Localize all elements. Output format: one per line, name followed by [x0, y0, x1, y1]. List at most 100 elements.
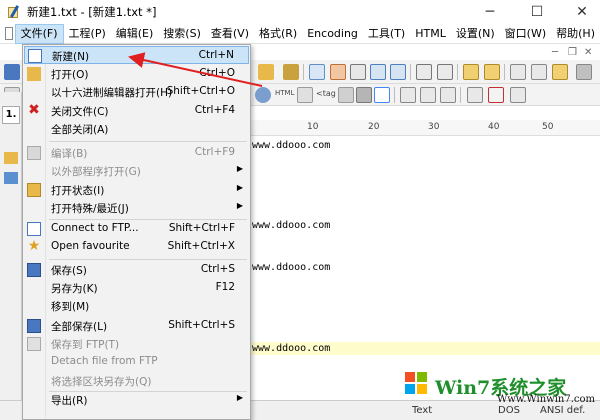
menu-item-connect-ftp[interactable]: Connect to FTP... Shift+Ctrl+F — [24, 220, 249, 238]
checkbox-icon[interactable] — [467, 87, 483, 103]
window-title: 新建1.txt - [新建1.txt *] — [27, 5, 157, 19]
editor-line[interactable]: www.ddooo.com — [250, 219, 600, 232]
computer-icon[interactable] — [4, 172, 18, 184]
menu-help[interactable]: 帮助(H) — [551, 24, 600, 44]
menu-file[interactable]: 文件(F) — [14, 23, 64, 44]
menu-window[interactable]: 窗口(W) — [500, 24, 551, 44]
html-icon[interactable] — [297, 87, 313, 103]
menu-item-new[interactable]: 新建(N) Ctrl+N — [24, 46, 249, 64]
menu-item-move-to[interactable]: 移到(M) — [24, 297, 249, 315]
star-icon: ★ — [27, 238, 41, 254]
menu-html[interactable]: HTML — [410, 24, 451, 44]
paste-icon[interactable] — [552, 64, 568, 80]
open-state-icon — [27, 183, 41, 197]
status-encoding[interactable]: ANSI def. — [540, 405, 585, 416]
copy-icon[interactable] — [531, 64, 547, 80]
ruler: 10 20 30 40 50 — [250, 120, 600, 136]
menu-search[interactable]: 搜索(S) — [158, 24, 206, 44]
menu-format[interactable]: 格式(R) — [254, 24, 302, 44]
menu-item-save-ftp[interactable]: 保存到 FTP(T) — [24, 335, 249, 353]
status-eol[interactable]: DOS — [498, 405, 520, 416]
save-ftp-icon — [27, 337, 41, 351]
document-icon — [5, 27, 13, 40]
text-editor[interactable]: www.ddooo.com www.ddooo.com www.ddooo.co… — [250, 137, 600, 399]
menu-item-open[interactable]: 打开(O) Ctrl+O — [24, 65, 249, 83]
folder-icon[interactable] — [4, 152, 18, 164]
menu-item-save-as[interactable]: 另存为(K) F12 — [24, 279, 249, 297]
google-icon[interactable] — [374, 87, 390, 103]
menu-item-open-special[interactable]: 打开特殊/最近(J) ▶ — [24, 199, 249, 217]
mdi-minimize-button[interactable]: ─ — [552, 47, 558, 58]
mdi-close-button[interactable]: ✕ — [584, 47, 592, 58]
menu-tools[interactable]: 工具(T) — [363, 24, 410, 44]
ruler-mark-20: 20 — [368, 122, 380, 132]
app-notepad-icon — [7, 5, 21, 19]
menu-item-export[interactable]: 导出(R) ▶ — [24, 391, 249, 409]
list-icon[interactable] — [420, 87, 436, 103]
glasses-icon[interactable] — [510, 87, 526, 103]
new-toolbar-icon[interactable] — [4, 64, 20, 80]
submenu-arrow-icon: ▶ — [236, 201, 243, 210]
bookmark-icon[interactable] — [283, 64, 299, 80]
menu-item-open-external[interactable]: 以外部程序打开(G) ▶ — [24, 162, 249, 180]
image-icon[interactable] — [338, 87, 354, 103]
file-panel-tab[interactable]: 1. — [2, 106, 20, 124]
stop-icon[interactable] — [488, 87, 504, 103]
run-icon[interactable] — [400, 87, 416, 103]
menu-project[interactable]: 工程(P) — [64, 24, 111, 44]
menu-encoding[interactable]: Encoding — [302, 24, 363, 44]
jump-icon[interactable] — [390, 64, 406, 80]
indent-icon[interactable] — [440, 87, 456, 103]
save-icon — [27, 263, 41, 277]
ruler-mark-30: 30 — [428, 122, 440, 132]
close-window-button[interactable]: ✕ — [562, 0, 600, 24]
menu-item-compile[interactable]: 编译(B) Ctrl+F9 — [24, 144, 249, 162]
open-folder-icon — [27, 67, 41, 81]
menu-item-save[interactable]: 保存(S) Ctrl+S — [24, 261, 249, 279]
maximize-button[interactable]: ☐ — [517, 0, 557, 24]
ruler-mark-40: 40 — [488, 122, 500, 132]
close-file-icon: ✖ — [28, 102, 40, 118]
menu-item-open-hex[interactable]: 以十六进制编辑器打开(H) Shift+Ctrl+O — [24, 83, 249, 101]
editor-line[interactable]: www.ddooo.com — [250, 139, 600, 152]
menu-item-close-all[interactable]: 全部关闭(A) — [24, 120, 249, 138]
color-wheel-icon[interactable] — [255, 87, 271, 103]
editor-line[interactable]: www.ddooo.com — [250, 261, 600, 274]
delete-icon[interactable] — [576, 64, 592, 80]
file-menu-dropdown: 新建(N) Ctrl+N 打开(O) Ctrl+O 以十六进制编辑器打开(H) … — [22, 44, 251, 420]
menu-item-close-file[interactable]: ✖ 关闭文件(C) Ctrl+F4 — [24, 102, 249, 120]
submenu-arrow-icon: ▶ — [236, 183, 243, 192]
cut-icon[interactable] — [510, 64, 526, 80]
submenu-arrow-icon: ▶ — [236, 393, 243, 402]
print-icon[interactable] — [437, 64, 453, 80]
menu-item-open-favourite[interactable]: ★ Open favourite Shift+Ctrl+X — [24, 238, 249, 256]
open-toolbar-icon[interactable] — [258, 64, 274, 80]
editor-line[interactable]: www.ddooo.com — [250, 342, 600, 355]
goto-icon[interactable] — [370, 64, 386, 80]
replace-icon[interactable] — [330, 64, 346, 80]
mdi-restore-button[interactable]: ❐ — [568, 47, 577, 58]
menu-settings[interactable]: 设置(N) — [451, 24, 500, 44]
find-in-files-icon[interactable] — [350, 64, 366, 80]
print-preview-icon[interactable] — [416, 64, 432, 80]
title-bar: 新建1.txt - [新建1.txt *] — [0, 0, 600, 24]
ftp-icon — [27, 222, 41, 236]
new-file-icon — [28, 49, 42, 63]
menu-item-detach-ftp[interactable]: Detach file from FTP — [24, 353, 249, 371]
watermark-url: Www.Winwin7.com — [497, 394, 595, 405]
funnel-icon[interactable] — [356, 87, 372, 103]
menu-edit[interactable]: 编辑(E) — [111, 24, 159, 44]
menu-item-open-state[interactable]: 打开状态(I) ▶ — [24, 181, 249, 199]
ruler-mark-50: 50 — [542, 122, 554, 132]
menu-item-save-all[interactable]: 全部保存(L) Shift+Ctrl+S — [24, 317, 249, 335]
html-label[interactable]: HTML — [275, 89, 294, 97]
find-icon[interactable] — [309, 64, 325, 80]
ruler-mark-10: 10 — [307, 122, 319, 132]
status-type: Text — [412, 405, 433, 416]
menu-item-save-selection[interactable]: 将选择区块另存为(Q) — [24, 372, 249, 390]
minimize-button[interactable]: ─ — [470, 0, 510, 24]
tag-icon[interactable] — [484, 64, 500, 80]
tag-label[interactable]: <tag — [316, 89, 336, 98]
menu-view[interactable]: 查看(V) — [206, 24, 254, 44]
pencil-icon[interactable] — [463, 64, 479, 80]
